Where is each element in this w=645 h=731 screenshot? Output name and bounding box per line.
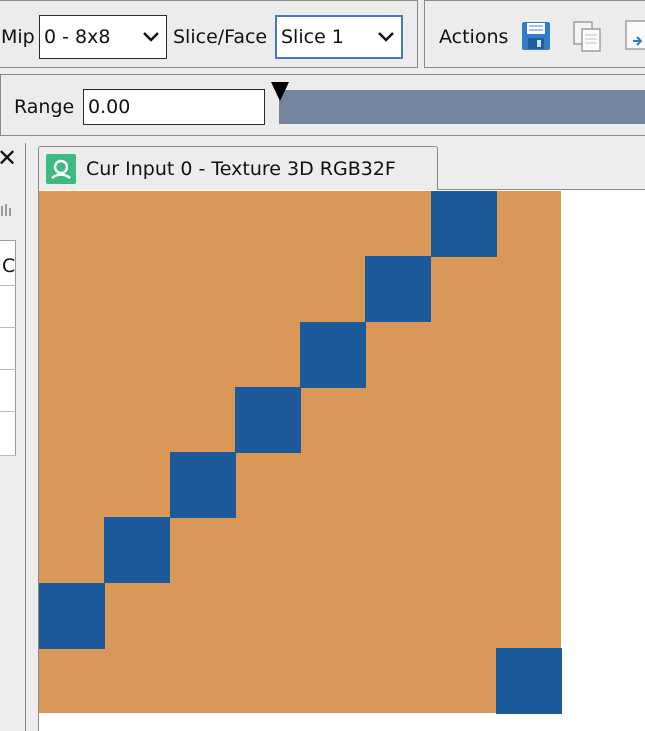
list-row[interactable]: [0, 369, 16, 370]
slice-face-label: Slice/Face: [173, 26, 268, 48]
left-side-panel: ✕ C: [0, 143, 26, 731]
mip-value: 0 - 8x8: [44, 26, 111, 48]
texel-cell: [365, 256, 432, 323]
mip-label: Mip: [1, 26, 35, 48]
range-value: 0.00: [88, 96, 131, 118]
mip-dropdown[interactable]: 0 - 8x8: [39, 15, 167, 59]
chevron-down-icon: [143, 32, 159, 42]
range-slider-handle[interactable]: [269, 81, 291, 103]
texel-cell: [300, 321, 366, 388]
list-row[interactable]: [0, 455, 16, 456]
texel-cell: [495, 647, 562, 714]
range-input[interactable]: 0.00: [83, 89, 265, 125]
chevron-down-icon: [378, 32, 394, 42]
export-icon[interactable]: [623, 19, 645, 53]
actions-label: Actions: [439, 26, 509, 48]
texel-cell: [169, 452, 236, 518]
bars-icon: [0, 201, 12, 223]
copy-icon[interactable]: [571, 19, 605, 53]
tab-title: Cur Input 0 - Texture 3D RGB32F: [86, 158, 396, 180]
actions-panel: Actions: [424, 0, 645, 68]
texel-cell: [234, 386, 301, 453]
texture-canvas[interactable]: [39, 191, 562, 714]
input-icon: [46, 154, 76, 184]
list-row[interactable]: [0, 411, 16, 412]
save-icon[interactable]: [521, 21, 551, 51]
list-row[interactable]: [0, 327, 16, 328]
range-histogram-bar[interactable]: [279, 90, 645, 124]
column-header: C: [2, 255, 16, 277]
texel-cell: [104, 517, 171, 584]
close-icon[interactable]: ✕: [0, 145, 17, 171]
slice-value: Slice 1: [281, 26, 344, 48]
range-label: Range: [14, 96, 75, 118]
slice-dropdown[interactable]: Slice 1: [275, 15, 403, 59]
left-list: C: [0, 240, 16, 456]
texel-cell: [430, 191, 497, 257]
texel-cell: [39, 582, 105, 649]
texture-options-panel: Mip 0 - 8x8 Slice/Face Slice 1: [0, 0, 418, 68]
list-row[interactable]: [0, 285, 16, 286]
tab-cur-input[interactable]: Cur Input 0 - Texture 3D RGB32F: [38, 146, 438, 190]
range-panel: Range 0.00: [0, 74, 645, 136]
